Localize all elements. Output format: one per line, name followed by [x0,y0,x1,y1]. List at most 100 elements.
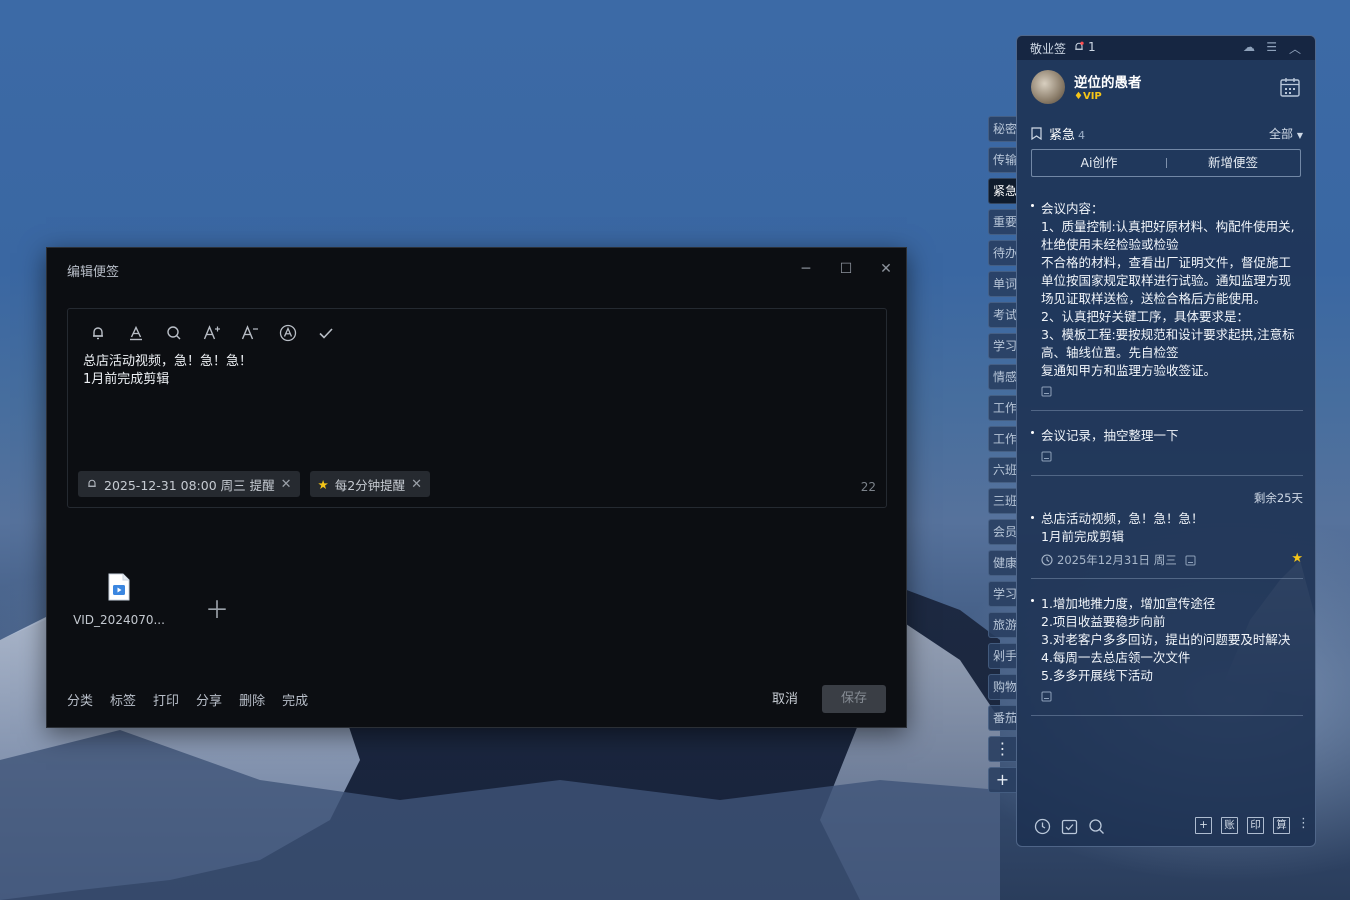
format-toolbar [86,321,338,345]
add-attachment-icon[interactable]: ＋ [205,590,229,625]
minimize-button[interactable]: ─ [794,258,818,280]
window-title: 编辑便签 [67,265,120,280]
note-editor-area[interactable]: 总店活动视频，急！急！急！ 1月前完成剪辑 2025-12-31 08:00 周… [67,308,887,508]
complete-action[interactable]: 完成 [282,690,308,709]
note-line: 会议记录，抽空整理一下 [1041,428,1179,443]
tag-action[interactable]: 标签 [110,690,136,709]
font-decrease-icon[interactable] [238,321,262,345]
note-content[interactable]: 总店活动视频，急！急！急！ 1月前完成剪辑 [83,353,252,389]
avatar[interactable] [1031,70,1065,104]
editor-footer-actions: 分类 标签 打印 分享 删除 完成 [67,690,308,709]
calculator-box-icon[interactable]: 算 [1273,817,1290,834]
list-item[interactable]: 剩余25天 总店活动视频，急！急！急！ 1月前完成剪辑 2025年12月31日 … [1031,488,1303,579]
check-icon[interactable] [314,321,338,345]
print-action[interactable]: 打印 [153,690,179,709]
maximize-button[interactable]: ☐ [834,258,858,280]
save-button[interactable]: 保存 [822,685,886,713]
filter-label: 全部 [1269,127,1294,141]
repeat-reminder-text: 每2分钟提醒 [334,477,406,493]
tab-category[interactable]: 学习 [988,581,1016,607]
tab-category[interactable]: 三班 [988,488,1016,514]
tab-category[interactable]: 学习 [988,333,1016,359]
note-line: 总店活动视频，急！急！急！ [1041,511,1204,526]
note-reminder: 2025年12月31日 周三 [1031,552,1303,568]
tab-category[interactable]: 剁手 [988,643,1016,669]
note-bullet [1031,204,1034,207]
tab-category[interactable]: 购物 [988,674,1016,700]
ai-create-button[interactable]: Ai创作 [1032,150,1166,176]
panel-bottom-bar: + 账 印 算 ⋮ [1017,806,1315,846]
new-note-button[interactable]: 新增便签 [1166,150,1300,176]
vip-diamond-icon: ♦ [1074,91,1083,102]
tab-category[interactable]: 健康 [988,550,1016,576]
sticky-notes-panel: 敬业签 1 ☁ ☰ ︿ 逆位的愚者 ♦VIP 紧急 4 全部 ▼ Ai创作 新增便… [1016,35,1316,847]
note-line: 3.对老客户多多回访，提出的问题要及时解决 [1041,632,1291,647]
tab-category[interactable]: 待办 [988,240,1016,266]
notification-bell-icon [1075,41,1084,50]
more-options-icon[interactable]: ⋮ [1297,816,1310,831]
search-icon[interactable] [1088,818,1105,839]
tab-category[interactable]: 情感 [988,364,1016,390]
repeat-reminder-chip[interactable]: ★ 每2分钟提醒 ✕ [309,471,431,497]
tab-category[interactable]: 重要 [988,209,1016,235]
lock-icon[interactable] [1031,386,1303,400]
note-list: 会议内容： 1、质量控制:认真把好原材料、构配件使用关,杜绝使用未经检验或检验 … [1031,196,1303,728]
lock-icon[interactable] [1031,691,1303,705]
close-button[interactable]: ✕ [874,258,898,280]
attachment-item[interactable]: VID_2024070... [69,573,169,627]
note-line: 不合格的材料，查看出厂证明文件，督促施工单位按国家规定取样进行试验。通知监理方现… [1041,255,1292,306]
notification-button[interactable]: 1 [1073,40,1096,54]
menu-icon[interactable]: ☰ [1266,40,1277,54]
caret-down-icon: ▼ [1296,131,1303,140]
remove-reminder-icon[interactable]: ✕ [281,477,292,492]
tab-category[interactable]: 六班 [988,457,1016,483]
list-item[interactable]: 会议记录，抽空整理一下 [1031,423,1303,476]
delete-action[interactable]: 删除 [239,690,265,709]
filter-dropdown[interactable]: 全部 ▼ [1269,125,1303,142]
tab-category-active[interactable]: 紧急 [988,178,1016,204]
category-action[interactable]: 分类 [67,690,93,709]
list-item[interactable]: 会议内容： 1、质量控制:认真把好原材料、构配件使用关,杜绝使用未经检验或检验 … [1031,196,1303,411]
search-icon[interactable] [162,321,186,345]
cloud-sync-icon[interactable]: ☁ [1243,40,1255,54]
edit-note-window: 编辑便签 ─ ☐ ✕ 总店活动视频，急！急！急！ 1月前完成剪辑 2025-12… [46,247,907,728]
tab-category[interactable]: 番茄 [988,705,1016,731]
tab-category[interactable]: 传输 [988,147,1016,173]
video-file-icon [108,573,130,601]
vip-label: VIP [1082,91,1102,102]
add-category-icon[interactable]: + [988,767,1016,793]
tab-category[interactable]: 旅游 [988,612,1016,638]
list-item[interactable]: 1.增加地推力度，增加宣传途径 2.项目收益要稳步向前 3.对老客户多多回访，提… [1031,591,1303,716]
note-bullet [1031,516,1034,519]
lock-icon[interactable] [1185,555,1196,566]
tab-category[interactable]: 考试 [988,302,1016,328]
bell-icon [88,479,96,487]
tab-category[interactable]: 单词 [988,271,1016,297]
collapse-icon[interactable]: ︿ [1289,40,1301,57]
history-clock-icon[interactable] [1034,818,1051,839]
todo-check-icon[interactable] [1061,818,1078,839]
reminder-time-chip[interactable]: 2025-12-31 08:00 周三 提醒 ✕ [78,471,300,497]
text-style-circle-icon[interactable] [276,321,300,345]
panel-titlebar: 敬业签 1 ☁ ☰ ︿ [1017,36,1315,60]
text-color-icon[interactable] [124,321,148,345]
tab-category[interactable]: 秘密 [988,116,1016,142]
font-increase-icon[interactable] [200,321,224,345]
cancel-button[interactable]: 取消 [772,688,798,707]
lock-icon[interactable] [1031,451,1303,465]
reminder-bell-icon[interactable] [86,321,110,345]
note-bullet [1031,599,1034,602]
star-icon[interactable]: ★ [1291,551,1303,566]
notification-count: 1 [1088,40,1096,54]
remove-repeat-icon[interactable]: ✕ [411,477,422,492]
more-tabs-icon[interactable]: ⋮ [988,736,1016,762]
account-box-icon[interactable]: 账 [1221,817,1238,834]
calendar-icon[interactable] [1279,76,1301,102]
add-note-box-icon[interactable]: + [1195,817,1212,834]
tab-category[interactable]: 会员 [988,519,1016,545]
share-action[interactable]: 分享 [196,690,222,709]
bookmark-icon [1031,127,1042,140]
print-box-icon[interactable]: 印 [1247,817,1264,834]
tab-category[interactable]: 工作 [988,395,1016,421]
tab-category[interactable]: 工作 [988,426,1016,452]
